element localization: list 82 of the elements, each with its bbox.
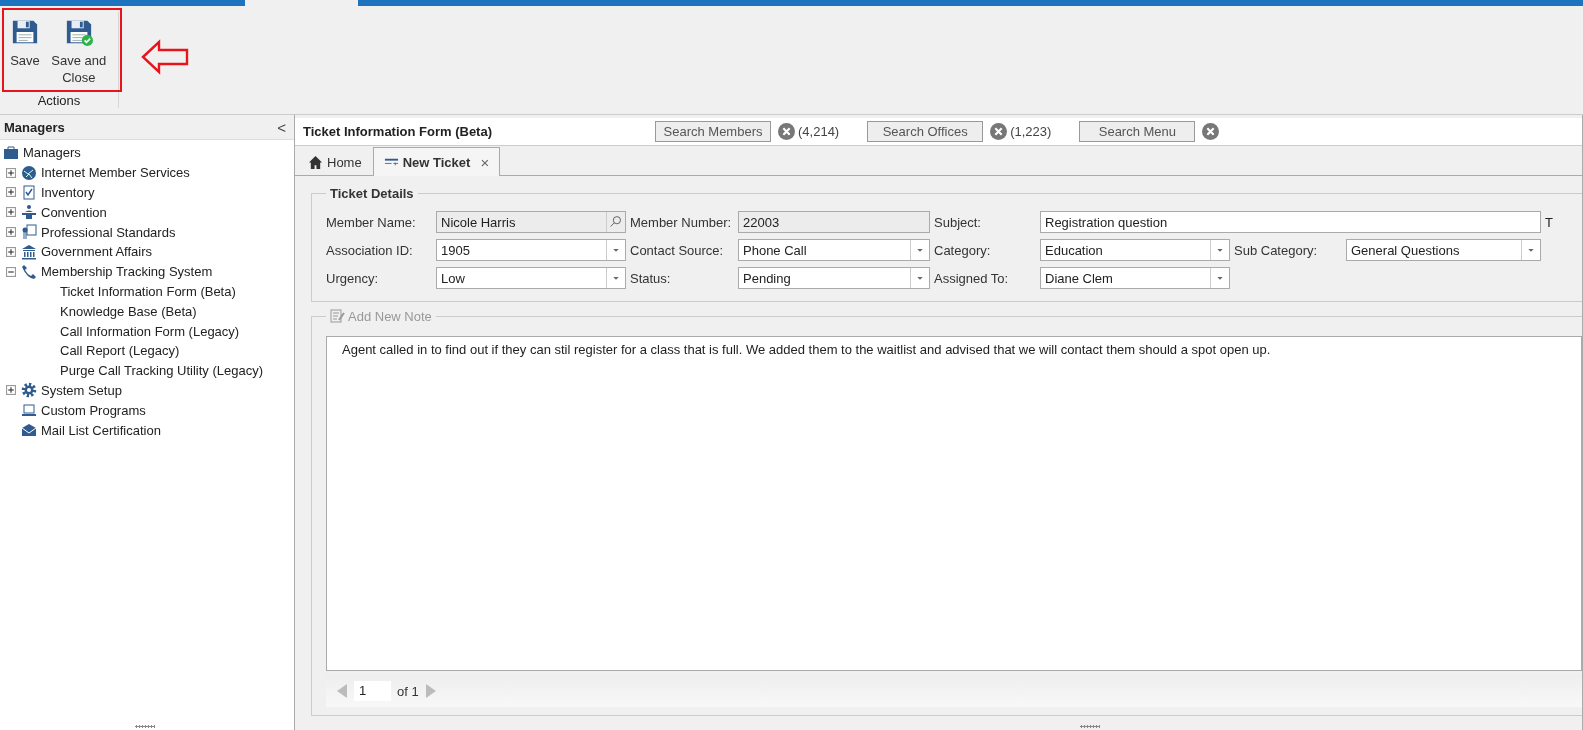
field-label: Category: bbox=[933, 242, 992, 258]
note-edit-icon bbox=[330, 308, 346, 324]
envelope-icon bbox=[21, 422, 37, 439]
tree-item[interactable]: Professional Standards bbox=[41, 224, 176, 240]
result-count: (1,223) bbox=[1010, 124, 1052, 139]
field-label: Sub Category: bbox=[1233, 242, 1319, 258]
presenter-icon bbox=[21, 204, 37, 221]
collapse-button[interactable]: < bbox=[273, 118, 290, 136]
tree-item[interactable]: Convention bbox=[41, 204, 107, 220]
tree-item[interactable]: Ticket Information Form (Beta) bbox=[60, 283, 236, 299]
resize-grip-icon[interactable] bbox=[1080, 725, 1100, 728]
expand-icon[interactable] bbox=[6, 227, 16, 238]
tree-item[interactable]: Managers bbox=[23, 145, 81, 161]
group-title: Add New Note bbox=[348, 308, 432, 324]
panel-title: Ticket Information Form (Beta) bbox=[303, 124, 493, 139]
dropdown[interactable]: 1905 bbox=[436, 239, 626, 261]
phone-icon bbox=[21, 263, 37, 280]
field-label: Contact Source: bbox=[629, 242, 725, 258]
input-field[interactable]: Registration question bbox=[1040, 211, 1541, 233]
briefcase-icon bbox=[3, 144, 19, 161]
group-title: Ticket Details bbox=[329, 186, 415, 201]
page-number-field[interactable]: 1 bbox=[354, 681, 391, 701]
bank-building-icon bbox=[21, 243, 37, 260]
dropdown[interactable]: Phone Call bbox=[738, 239, 930, 261]
field-label: Urgency: bbox=[326, 270, 380, 286]
home-icon bbox=[308, 154, 323, 170]
dropdown[interactable]: General Questions bbox=[1346, 239, 1541, 261]
expand-icon[interactable] bbox=[6, 246, 16, 257]
note-text-area[interactable]: Agent called in to find out if they can stil register for a class that is full. We added them to the waitlist and advised that we will contact them should a spot open up. bbox=[326, 336, 1582, 671]
floppy-disk-check-icon bbox=[64, 18, 93, 46]
tree-item[interactable]: Knowledge Base (Beta) bbox=[60, 303, 197, 319]
expand-icon[interactable] bbox=[6, 187, 16, 198]
tree-item[interactable]: Purge Call Tracking Utility (Legacy) bbox=[60, 363, 264, 379]
checklist-icon bbox=[21, 184, 37, 201]
dropdown[interactable]: Diane Clem bbox=[1040, 267, 1230, 289]
clear-icon[interactable] bbox=[1202, 123, 1220, 140]
tree-item[interactable]: Call Report (Legacy) bbox=[60, 343, 180, 359]
field-label: Subject: bbox=[933, 214, 982, 230]
clear-icon[interactable] bbox=[990, 123, 1008, 140]
field-label: Assigned To: bbox=[933, 270, 1010, 286]
tree-item[interactable]: System Setup bbox=[41, 382, 122, 398]
save-button[interactable]: Save bbox=[7, 16, 43, 88]
result-count: (4,214) bbox=[798, 124, 840, 139]
left-arrow-icon bbox=[141, 39, 191, 75]
dropdown[interactable]: Low bbox=[436, 267, 626, 289]
field-label: Member Name: bbox=[326, 214, 417, 230]
field-label: Association ID: bbox=[326, 242, 414, 258]
resize-grip-icon[interactable] bbox=[135, 725, 155, 728]
tree-item[interactable]: Mail List Certification bbox=[41, 422, 161, 438]
ribbon-group-label: Actions bbox=[37, 93, 81, 108]
tree-item[interactable]: Membership Tracking System bbox=[41, 264, 213, 280]
close-tab-button[interactable]: × bbox=[480, 153, 490, 171]
member-name-field[interactable]: Nicole Harris bbox=[436, 211, 626, 233]
globe-icon bbox=[21, 164, 37, 181]
tab[interactable]: New Ticket × bbox=[372, 147, 501, 176]
clear-icon[interactable] bbox=[778, 123, 795, 140]
page-count: of 1 bbox=[397, 683, 419, 699]
tree-item[interactable]: Custom Programs bbox=[41, 402, 146, 418]
search-button[interactable]: Search Menu bbox=[1079, 121, 1196, 142]
laptop-icon bbox=[21, 402, 37, 419]
certificate-icon bbox=[21, 224, 37, 241]
field-label: T bbox=[1544, 214, 1554, 230]
search-button[interactable]: Search Members bbox=[655, 121, 771, 142]
collapse-icon[interactable] bbox=[6, 266, 16, 277]
input-field[interactable]: 22003 bbox=[738, 211, 930, 233]
gear-icon bbox=[21, 382, 37, 399]
dropdown[interactable]: Pending bbox=[738, 267, 930, 289]
expand-icon[interactable] bbox=[6, 207, 16, 218]
tree-item[interactable]: Internet Member Services bbox=[41, 165, 190, 181]
tree-item[interactable]: Government Affairs bbox=[41, 244, 153, 260]
save-and-close-button[interactable]: Save and Close bbox=[46, 16, 111, 88]
tree-item[interactable]: Inventory bbox=[41, 185, 95, 200]
dropdown[interactable]: Education bbox=[1040, 239, 1230, 261]
expand-icon[interactable] bbox=[6, 385, 16, 396]
sidebar-title: Managers bbox=[4, 119, 65, 135]
field-label: Member Number: bbox=[629, 214, 733, 230]
field-label: Status: bbox=[629, 270, 672, 286]
tab[interactable]: Home bbox=[297, 148, 373, 175]
tree-item[interactable]: Call Information Form (Legacy) bbox=[60, 323, 240, 339]
note-text: Agent called in to find out if they can stil register for a class that is full. We added them to the waitlist and advised that we will contact them should a spot open up. bbox=[342, 342, 1271, 357]
expand-icon[interactable] bbox=[6, 167, 16, 178]
search-button[interactable]: Search Offices bbox=[867, 121, 984, 142]
